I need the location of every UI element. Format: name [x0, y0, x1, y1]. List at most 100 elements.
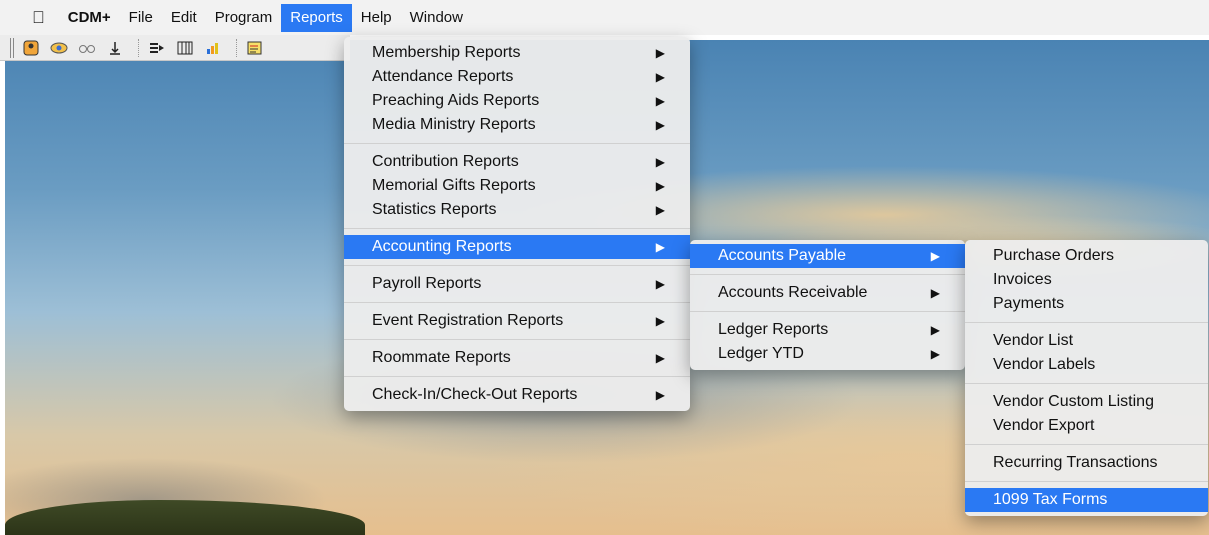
toolbar: [0, 35, 350, 61]
menu-app-cdm[interactable]: CDM+: [59, 4, 120, 32]
menu-item-label: Purchase Orders: [993, 247, 1114, 264]
submenu-arrow-icon: ▶: [655, 240, 665, 254]
menu-program[interactable]: Program: [206, 4, 282, 32]
menu-separator: [344, 302, 690, 303]
submenu-arrow-icon: ▶: [655, 70, 665, 84]
menu-item-label: Payroll Reports: [372, 275, 482, 292]
menu-item-label: Roommate Reports: [372, 349, 511, 366]
menu-item-label: Check-In/Check-Out Reports: [372, 386, 578, 403]
accounts-payable-submenu: Purchase Orders Invoices Payments Vendor…: [965, 240, 1208, 516]
menu-item-ledger-ytd[interactable]: Ledger YTD ▶: [690, 342, 965, 366]
menu-separator: [965, 481, 1208, 482]
menu-item-accounts-payable[interactable]: Accounts Payable ▶: [690, 244, 965, 268]
chart-icon[interactable]: [202, 37, 224, 59]
menu-item-invoices[interactable]: Invoices: [965, 268, 1208, 292]
menu-item-vendor-export[interactable]: Vendor Export: [965, 414, 1208, 438]
menu-separator: [965, 383, 1208, 384]
list-arrow-icon[interactable]: [146, 37, 168, 59]
submenu-arrow-icon: ▶: [930, 249, 940, 263]
menu-item-label: Vendor List: [993, 332, 1074, 349]
menu-help[interactable]: Help: [352, 4, 401, 32]
menu-item-label: Payments: [993, 295, 1065, 312]
menu-item-label: Attendance Reports: [372, 68, 514, 85]
menu-item-memorial-gifts-reports[interactable]: Memorial Gifts Reports ▶: [344, 174, 690, 198]
menu-item-attendance-reports[interactable]: Attendance Reports ▶: [344, 65, 690, 89]
menu-item-accounting-reports[interactable]: Accounting Reports ▶: [344, 235, 690, 259]
menu-item-media-ministry-reports[interactable]: Media Ministry Reports ▶: [344, 113, 690, 137]
submenu-arrow-icon: ▶: [655, 94, 665, 108]
menu-separator: [344, 339, 690, 340]
submenu-arrow-icon: ▶: [655, 155, 665, 169]
download-icon[interactable]: [104, 37, 126, 59]
menu-edit[interactable]: Edit: [162, 4, 206, 32]
menu-item-payments[interactable]: Payments: [965, 292, 1208, 316]
menu-item-accounts-receivable[interactable]: Accounts Receivable ▶: [690, 281, 965, 305]
submenu-arrow-icon: ▶: [655, 314, 665, 328]
submenu-arrow-icon: ▶: [930, 347, 940, 361]
accounting-submenu: Accounts Payable ▶ Accounts Receivable ▶ L…: [690, 240, 965, 370]
person-card-icon[interactable]: [20, 37, 42, 59]
menu-item-label: Vendor Labels: [993, 356, 1096, 373]
submenu-arrow-icon: ▶: [655, 277, 665, 291]
menu-item-label: 1099 Tax Forms: [993, 491, 1108, 508]
menu-item-event-registration-reports[interactable]: Event Registration Reports ▶: [344, 309, 690, 333]
menu-item-label: Vendor Custom Listing: [993, 393, 1154, 410]
menu-item-label: Memorial Gifts Reports: [372, 177, 536, 194]
submenu-arrow-icon: ▶: [655, 46, 665, 60]
menu-item-label: Accounts Payable: [718, 247, 847, 264]
menu-item-statistics-reports[interactable]: Statistics Reports ▶: [344, 198, 690, 222]
menu-reports[interactable]: Reports: [281, 3, 352, 32]
menu-item-recurring-transactions[interactable]: Recurring Transactions: [965, 451, 1208, 475]
menu-item-membership-reports[interactable]: Membership Reports ▶: [344, 41, 690, 65]
submenu-arrow-icon: ▶: [655, 179, 665, 193]
menu-item-payroll-reports[interactable]: Payroll Reports ▶: [344, 272, 690, 296]
eye-hand-icon[interactable]: [48, 37, 70, 59]
menu-item-preaching-aids-reports[interactable]: Preaching Aids Reports ▶: [344, 89, 690, 113]
menu-separator: [344, 228, 690, 229]
menu-item-label: Accounting Reports: [372, 238, 512, 255]
menu-separator: [690, 311, 965, 312]
menu-item-label: Invoices: [993, 271, 1052, 288]
menu-item-label: Media Ministry Reports: [372, 116, 536, 133]
menu-item-vendor-custom-listing[interactable]: Vendor Custom Listing: [965, 390, 1208, 414]
submenu-arrow-icon: ▶: [930, 286, 940, 300]
menu-item-1099-tax-forms[interactable]: 1099 Tax Forms: [965, 488, 1208, 512]
notepad-icon[interactable]: [244, 37, 266, 59]
glasses-icon[interactable]: [76, 37, 98, 59]
menu-item-label: Accounts Receivable: [718, 284, 868, 301]
menu-item-label: Membership Reports: [372, 44, 521, 61]
menu-item-label: Ledger Reports: [718, 321, 829, 338]
submenu-arrow-icon: ▶: [655, 351, 665, 365]
columns-icon[interactable]: [174, 37, 196, 59]
menu-item-label: Statistics Reports: [372, 201, 497, 218]
submenu-arrow-icon: ▶: [930, 323, 940, 337]
submenu-arrow-icon: ▶: [655, 203, 665, 217]
apple-logo-icon[interactable]: : [0, 4, 59, 32]
menu-item-roommate-reports[interactable]: Roommate Reports ▶: [344, 346, 690, 370]
menu-item-label: Preaching Aids Reports: [372, 92, 540, 109]
toolbar-separator: [138, 38, 140, 57]
menu-item-label: Ledger YTD: [718, 345, 804, 362]
menu-separator: [965, 444, 1208, 445]
menu-item-vendor-labels[interactable]: Vendor Labels: [965, 353, 1208, 377]
menu-separator: [690, 274, 965, 275]
menu-item-ledger-reports[interactable]: Ledger Reports ▶: [690, 318, 965, 342]
menu-separator: [344, 376, 690, 377]
menu-item-purchase-orders[interactable]: Purchase Orders: [965, 244, 1208, 268]
menu-file[interactable]: File: [120, 4, 162, 32]
toolbar-grip[interactable]: [10, 37, 14, 58]
toolbar-separator: [236, 38, 238, 57]
menu-item-contribution-reports[interactable]: Contribution Reports ▶: [344, 150, 690, 174]
menu-window[interactable]: Window: [401, 4, 472, 32]
menu-separator: [344, 143, 690, 144]
submenu-arrow-icon: ▶: [655, 388, 665, 402]
menu-item-vendor-list[interactable]: Vendor List: [965, 329, 1208, 353]
menu-item-label: Recurring Transactions: [993, 454, 1158, 471]
menu-item-label: Event Registration Reports: [372, 312, 564, 329]
menu-item-check-in-check-out-reports[interactable]: Check-In/Check-Out Reports ▶: [344, 383, 690, 407]
submenu-arrow-icon: ▶: [655, 118, 665, 132]
menu-item-label: Contribution Reports: [372, 153, 519, 170]
menu-bar:  CDM+ File Edit Program Reports Help Wi…: [0, 0, 1209, 35]
menu-separator: [344, 265, 690, 266]
reports-dropdown: Membership Reports ▶ Attendance Reports ▶ …: [344, 37, 690, 411]
